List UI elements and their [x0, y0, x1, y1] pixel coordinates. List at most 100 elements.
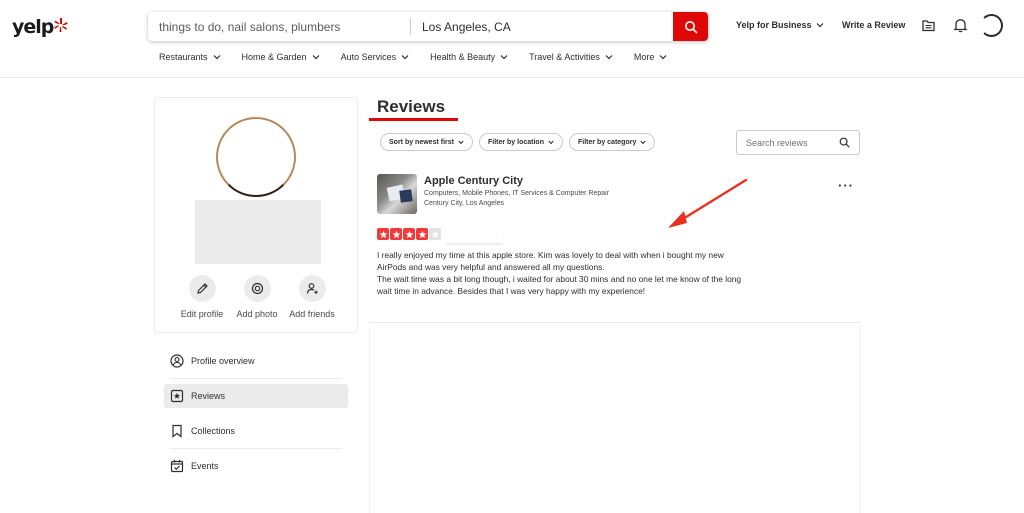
category-label: Home & Garden [241, 52, 307, 62]
messages-icon[interactable] [921, 18, 936, 33]
search-button[interactable] [673, 12, 708, 41]
add-friends-button[interactable]: Add friends [285, 275, 339, 319]
edit-profile-icon-circle [188, 275, 216, 302]
category-label: More [633, 52, 655, 62]
review-date-placeholder [446, 228, 502, 244]
write-review-link[interactable]: Write a Review [842, 20, 905, 30]
chevron-down-icon [548, 140, 554, 144]
filter-category-button[interactable]: Filter by category [568, 133, 656, 151]
yelp-burst-icon [54, 18, 68, 32]
category-health-beauty[interactable]: Health & Beauty [430, 52, 508, 62]
filter-location-button[interactable]: Filter by location [478, 133, 563, 151]
title-underline-annotation [369, 118, 458, 121]
top-header: yelp Yelp for Business Write a Review [0, 0, 1024, 78]
category-label: Health & Beauty [430, 52, 496, 62]
chevron-down-icon [401, 55, 409, 60]
add-friends-icon-circle [298, 275, 326, 302]
add-photo-label: Add photo [236, 309, 278, 319]
yelp-for-business-label: Yelp for Business [736, 20, 812, 30]
sidenav-label: Profile overview [191, 356, 255, 366]
category-auto-services[interactable]: Auto Services [341, 52, 410, 62]
star-box-icon [170, 389, 184, 403]
more-options-icon[interactable]: ··· [838, 178, 854, 193]
bookmark-icon [170, 424, 184, 438]
star-filled-icon [416, 228, 428, 240]
business-name-link[interactable]: Apple Century City [424, 175, 523, 187]
profile-name-placeholder [195, 200, 321, 264]
profile-card: Edit profile Add photo Add friends [154, 97, 358, 333]
business-categories: Computers, Mobile Phones, IT Services & … [424, 190, 610, 197]
thumbnail-detail [399, 189, 413, 203]
review-text: I really enjoyed my time at this apple s… [377, 249, 787, 297]
yelp-for-business-dropdown[interactable]: Yelp for Business [736, 20, 824, 30]
review-text-line: wait time in advance. Besides that I was… [377, 286, 646, 296]
search-bar [148, 12, 708, 41]
star-filled-icon [390, 228, 402, 240]
person-circle-icon [170, 354, 184, 368]
profile-photo[interactable] [216, 117, 296, 197]
chevron-down-icon [312, 55, 319, 60]
review-text-line: AirPods and was very helpful and answere… [377, 262, 605, 272]
sidenav-item-collections[interactable]: Collections [164, 419, 348, 449]
category-nav: Restaurants Home & Garden Auto Services … [159, 52, 688, 62]
filter-label: Filter by category [577, 138, 637, 146]
chevron-down-icon [458, 140, 464, 144]
lower-content-panel [369, 325, 861, 513]
calendar-check-icon [170, 459, 184, 473]
business-thumbnail[interactable] [377, 174, 417, 214]
sidenav-label: Events [191, 461, 219, 471]
star-filled-icon [377, 228, 389, 240]
annotation-arrow [668, 178, 748, 228]
category-more[interactable]: More [634, 52, 668, 62]
star-filled-icon [403, 228, 415, 240]
profile-side-nav: Profile overview Reviews Collections Eve… [164, 349, 348, 489]
review-search-box [736, 130, 860, 155]
edit-profile-button[interactable]: Edit profile [175, 275, 229, 319]
sidenav-item-events[interactable]: Events [164, 454, 348, 478]
sidenav-item-profile-overview[interactable]: Profile overview [164, 349, 348, 379]
chevron-down-icon [659, 55, 667, 60]
sidenav-divider [170, 378, 342, 379]
business-location: Century City, Los Angeles [424, 200, 505, 207]
camera-icon [251, 282, 263, 295]
chevron-down-icon [816, 23, 823, 28]
add-photo-icon-circle [243, 275, 271, 302]
category-home-garden[interactable]: Home & Garden [242, 52, 320, 62]
notifications-bell-icon[interactable] [953, 17, 968, 33]
sidenav-item-reviews[interactable]: Reviews [164, 384, 348, 408]
user-avatar[interactable] [980, 14, 1003, 37]
review-search-input[interactable] [737, 131, 833, 154]
search-icon[interactable] [839, 137, 850, 148]
sort-newest-button[interactable]: Sort by newest first [380, 133, 473, 151]
review-text-line: I really enjoyed my time at this apple s… [377, 250, 724, 260]
content-divider [369, 322, 861, 323]
filter-label: Filter by location [487, 138, 544, 146]
pencil-icon [196, 283, 208, 294]
logo-text: yelp [12, 16, 54, 38]
sidenav-label: Reviews [191, 391, 226, 401]
review-filters: Sort by newest first Filter by location … [380, 133, 656, 151]
chevron-down-icon [640, 140, 646, 144]
star-empty-icon [429, 228, 441, 240]
search-find-input[interactable] [148, 12, 410, 41]
category-label: Restaurants [159, 52, 208, 62]
yelp-logo[interactable]: yelp [12, 15, 68, 39]
search-icon [684, 20, 697, 33]
page-title: Reviews [377, 97, 446, 116]
category-label: Travel & Activities [529, 52, 600, 62]
chevron-down-icon [605, 55, 613, 60]
add-person-icon [306, 283, 318, 294]
sidenav-label: Collections [191, 426, 236, 436]
chevron-down-icon [213, 55, 220, 60]
search-near-input[interactable] [411, 12, 673, 41]
chevron-down-icon [500, 55, 508, 60]
category-travel-activities[interactable]: Travel & Activities [529, 52, 613, 62]
add-photo-button[interactable]: Add photo [230, 275, 284, 319]
add-friends-label: Add friends [289, 309, 335, 319]
review-text-line: The wait time was a bit long though, i w… [377, 274, 742, 284]
profile-actions: Edit profile Add photo Add friends [155, 275, 359, 319]
filter-label: Sort by newest first [389, 138, 454, 146]
edit-profile-label: Edit profile [180, 309, 224, 319]
star-rating [377, 228, 441, 240]
category-restaurants[interactable]: Restaurants [159, 52, 221, 62]
